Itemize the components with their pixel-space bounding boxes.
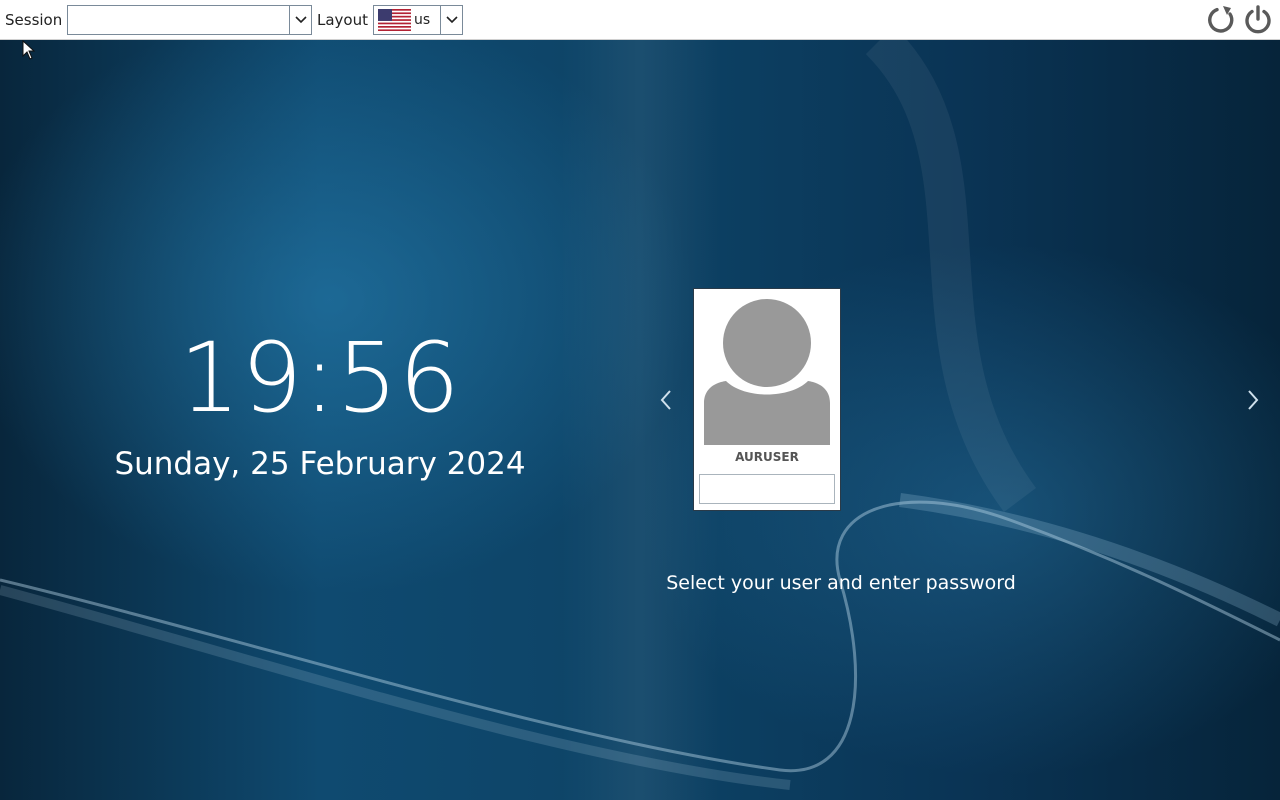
session-label: Session xyxy=(5,11,63,29)
shutdown-button[interactable] xyxy=(1242,4,1274,36)
user-avatar-icon xyxy=(704,299,830,445)
clock-date: Sunday, 25 February 2024 xyxy=(114,446,526,482)
chevron-left-icon xyxy=(660,390,671,410)
prev-user-button[interactable] xyxy=(653,386,679,414)
chevron-right-icon xyxy=(1248,390,1259,410)
next-user-button[interactable] xyxy=(1240,386,1266,414)
login-hint: Select your user and enter password xyxy=(666,572,1016,594)
chevron-down-icon[interactable] xyxy=(440,6,462,34)
layout-select[interactable]: us xyxy=(373,5,463,35)
top-bar: Session Layout us xyxy=(0,0,1280,40)
restart-button[interactable] xyxy=(1205,4,1237,36)
mouse-cursor-icon xyxy=(22,40,36,60)
clock-time: 19:56 xyxy=(179,322,461,434)
power-icon xyxy=(1245,5,1271,34)
chevron-down-icon[interactable] xyxy=(289,6,311,34)
session-select[interactable] xyxy=(67,5,312,35)
restart-icon xyxy=(1208,6,1234,33)
layout-value: us xyxy=(414,12,431,28)
username-label: AURUSER xyxy=(735,450,799,464)
layout-label: Layout xyxy=(317,11,368,29)
us-flag-icon xyxy=(378,9,411,35)
user-card[interactable]: AURUSER xyxy=(693,288,841,511)
password-input[interactable] xyxy=(699,474,835,504)
